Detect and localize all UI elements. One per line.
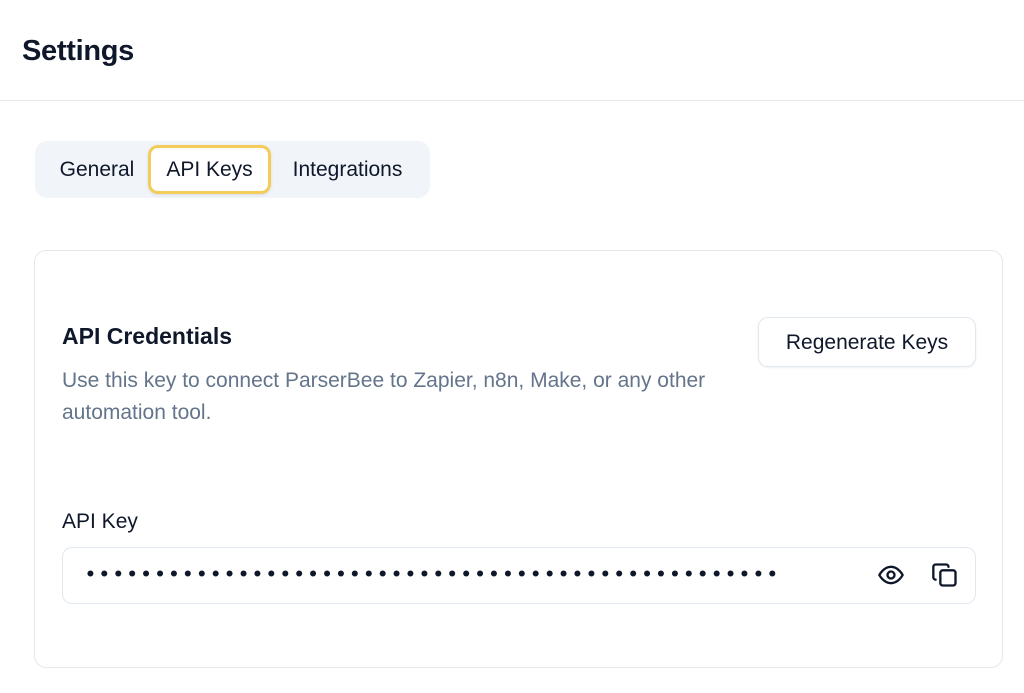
tab-api-keys[interactable]: API Keys	[148, 145, 271, 194]
tab-integrations[interactable]: Integrations	[275, 147, 420, 192]
api-key-masked-value: ••••••••••••••••••••••••••••••••••••••••…	[85, 565, 781, 585]
eye-icon[interactable]	[877, 561, 905, 589]
page-title: Settings	[22, 35, 134, 67]
tab-general[interactable]: General	[43, 147, 151, 192]
api-key-label: API Key	[62, 510, 138, 533]
api-credentials-card: API Credentials Use this key to connect …	[34, 250, 1003, 668]
copy-icon[interactable]	[931, 561, 959, 589]
card-title: API Credentials	[62, 323, 232, 349]
settings-tabs: General API Keys Integrations	[35, 141, 430, 198]
card-description: Use this key to connect ParserBee to Zap…	[62, 369, 706, 424]
regenerate-keys-button[interactable]: Regenerate Keys	[758, 317, 976, 367]
api-key-field[interactable]: ••••••••••••••••••••••••••••••••••••••••…	[62, 547, 976, 604]
page-header: Settings	[0, 0, 1024, 101]
